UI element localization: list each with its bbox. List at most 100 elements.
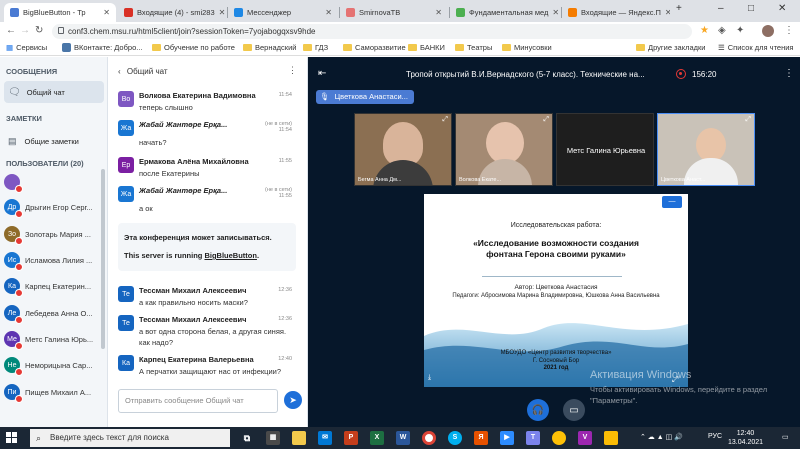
notifications-icon[interactable]: ▭ [782, 433, 789, 441]
message-time: 11:54 [278, 92, 292, 98]
download-icon[interactable]: ⤓ [428, 374, 431, 382]
bookmark-apps[interactable]: ▦ Сервисы [6, 43, 47, 52]
close-tab-icon[interactable]: ✕ [548, 8, 559, 17]
bookmark-reading-list[interactable]: ☰ Список для чтения [718, 43, 794, 52]
close-tab-icon[interactable]: ✕ [99, 8, 110, 17]
video-tile[interactable]: ⤢ Бегма Анна Дм... [354, 113, 452, 186]
explorer-folder-icon[interactable] [292, 431, 306, 445]
tray-icons[interactable]: ⌃ ☁ ▲ ◫ 🔊 [640, 433, 683, 441]
bookmark-label: Обучение по работе [164, 43, 235, 52]
messenger-favicon-icon [234, 8, 243, 17]
gmail-favicon-icon [124, 8, 133, 17]
bookmark-folder[interactable]: Другие закладки [636, 43, 705, 52]
teams-icon[interactable]: T [526, 431, 540, 445]
avatar: Зо [4, 226, 23, 245]
zoom-icon[interactable]: ▶ [500, 431, 514, 445]
bigbluebutton-link[interactable]: BigBlueButton [204, 251, 257, 260]
powerpoint-icon[interactable]: P [344, 431, 358, 445]
new-tab-icon[interactable]: + [676, 3, 682, 14]
tab-label: Входящие — Яндекс.П [581, 8, 661, 17]
profile-avatar[interactable] [762, 25, 774, 37]
close-window-icon[interactable]: ✕ [778, 3, 786, 14]
user-list-item[interactable]: Ис Исламова Лилия ... [4, 250, 104, 271]
public-chat-item[interactable]: 🗨 Общий чат [4, 81, 104, 103]
bookmark-folder[interactable]: Обучение по работе [152, 43, 235, 52]
close-tab-icon[interactable]: ✕ [431, 8, 442, 17]
close-tab-icon[interactable]: ✕ [321, 8, 332, 17]
audio-button[interactable]: 🎧 [527, 399, 549, 421]
user-list-item[interactable]: Ка Карпец Екатерин... [4, 276, 104, 297]
browser-tab-fundamental[interactable]: Фундаментальная мед ✕ [450, 3, 560, 22]
user-list-item[interactable]: Ле Лебедева Анна О... [4, 303, 104, 324]
chrome-icon[interactable] [422, 431, 436, 445]
avatar: Те [118, 286, 134, 302]
extensions-puzzle-icon[interactable]: ✦ [736, 25, 744, 36]
close-tab-icon[interactable]: ✕ [215, 8, 226, 17]
app-tile-icon[interactable] [604, 431, 618, 445]
bookmark-folder[interactable]: Вернадский [243, 43, 296, 52]
mail-icon[interactable]: ✉ [318, 431, 332, 445]
shared-notes-item[interactable]: ▤ Общие заметки [4, 130, 104, 152]
forward-icon[interactable]: → [20, 25, 30, 36]
viber-icon[interactable]: V [578, 431, 592, 445]
send-message-button[interactable]: ➤ [284, 391, 302, 409]
video-tile[interactable]: ⤢ Волкова Екате... [455, 113, 553, 186]
avatar [4, 174, 23, 193]
windows-start-icon[interactable] [6, 432, 17, 443]
bigbluebutton-favicon-icon [10, 8, 19, 17]
user-list-item[interactable]: Не Неморицына Сар... [4, 355, 104, 376]
bookmark-vk[interactable]: ВКонтакте: Добро... [62, 43, 143, 52]
recording-indicator-icon[interactable] [676, 69, 686, 79]
chat-message-input[interactable]: Отправить сообщение Общий чат [118, 389, 278, 413]
bookmark-folder[interactable]: ГДЗ [303, 43, 328, 52]
user-list-item[interactable]: Пи Пищев Михаил А... [4, 382, 104, 403]
expand-icon[interactable]: ⤢ [442, 116, 448, 124]
yandex-app-icon[interactable] [552, 431, 566, 445]
browser-tab-yandex-mail[interactable]: Входящие — Яндекс.П ✕ [562, 3, 670, 22]
bookmark-folder[interactable]: БАНКИ [408, 43, 445, 52]
browser-tab-bigbluebutton[interactable]: BigBlueButton - Тр ✕ [4, 3, 116, 22]
browser-tab-gmail[interactable]: Входящие (4) - smi283 ✕ [118, 3, 226, 22]
chat-message: Во Волкова Екатерина Вадимовна 11:54 теп… [118, 91, 296, 115]
browser-menu-icon[interactable]: ⋮ [784, 25, 794, 36]
close-tab-icon[interactable]: ✕ [661, 8, 670, 17]
bookmark-star-icon[interactable]: ★ [700, 25, 709, 36]
collapse-panel-icon[interactable]: ⇤ [318, 68, 326, 79]
reload-icon[interactable]: ↻ [35, 25, 43, 36]
back-icon[interactable]: ← [6, 25, 16, 36]
yandex-browser-icon[interactable]: Я [474, 431, 488, 445]
taskbar-clock[interactable]: 12:40 13.04.2021 [728, 429, 763, 447]
user-list-item[interactable]: Зо Золотарь Мария ... [4, 224, 104, 245]
file-manager-icon[interactable]: ▦ [266, 431, 280, 445]
chat-options-icon[interactable]: ⋮ [288, 65, 297, 76]
message-time: 11:55 [278, 158, 292, 164]
bookmark-folder[interactable]: Саморазвитие [343, 43, 406, 52]
url-field[interactable]: conf3.chem.msu.ru/html5client/join?sessi… [52, 24, 692, 39]
minimize-icon[interactable]: – [718, 3, 724, 14]
chat-header[interactable]: ‹ Общий чат [118, 67, 168, 76]
browser-tab-messenger[interactable]: Мессенджер ✕ [228, 3, 338, 22]
word-icon[interactable]: W [396, 431, 410, 445]
screen-share-button[interactable]: ▭ [563, 399, 585, 421]
video-tile-active[interactable]: ⤢ Цветкова Анаст... [657, 113, 755, 186]
task-view-icon[interactable]: ⧉ [240, 431, 254, 445]
bookmark-folder[interactable]: Минусовки [502, 43, 552, 52]
input-language[interactable]: РУС [708, 433, 722, 440]
taskbar-search-input[interactable]: ⌕ Введите здесь текст для поиска [30, 429, 230, 447]
video-tile[interactable]: Метс Галина Юрьевна [556, 113, 654, 186]
expand-icon[interactable]: ⤢ [543, 116, 549, 124]
browser-tab-smirnovatb[interactable]: SmirnovaTB ✕ [340, 3, 448, 22]
user-list-scrollbar[interactable] [101, 169, 105, 349]
extension-icon[interactable]: ◈ [718, 25, 726, 36]
user-list-item[interactable]: Ме Метс Галина Юрь... [4, 329, 104, 350]
options-menu-icon[interactable]: ⋮ [784, 68, 794, 79]
excel-icon[interactable]: X [370, 431, 384, 445]
user-list-item[interactable] [4, 172, 104, 193]
bookmark-folder[interactable]: Театры [455, 43, 492, 52]
skype-icon[interactable]: S [448, 431, 462, 445]
minimize-presentation-button[interactable]: — [662, 196, 682, 208]
expand-icon[interactable]: ⤢ [745, 116, 751, 124]
user-list-item[interactable]: Др Дрыгин Егор Серг... [4, 197, 104, 218]
microphone-icon: 🎙 [320, 92, 330, 101]
maximize-icon[interactable]: □ [748, 3, 754, 14]
